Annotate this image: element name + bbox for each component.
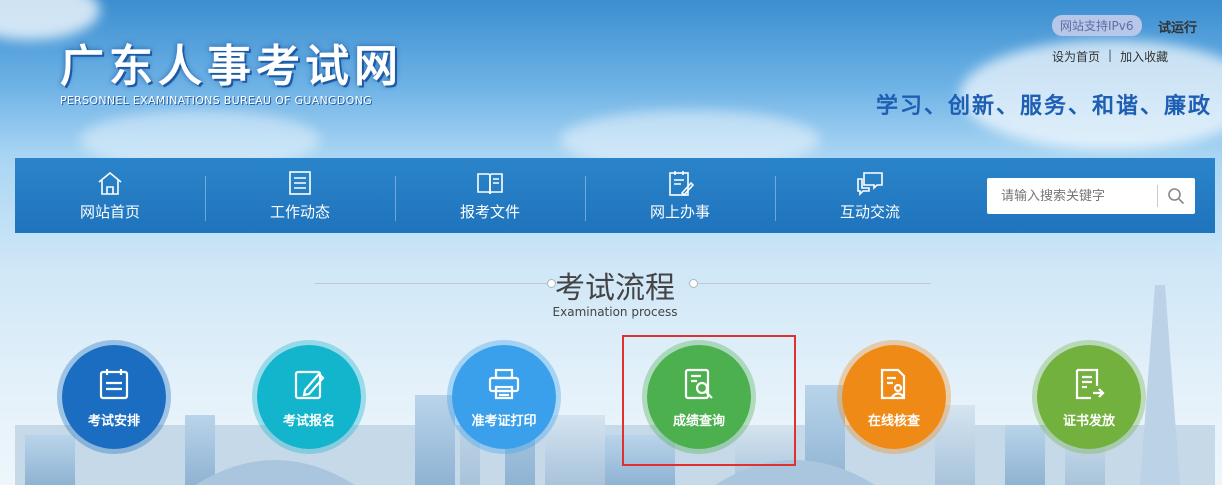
- nav-item-interaction[interactable]: 互动交流: [775, 166, 965, 226]
- trial-label: 试运行: [1158, 21, 1198, 36]
- highlight-box: [622, 335, 796, 466]
- step-exam-schedule[interactable]: 考试安排: [57, 340, 171, 454]
- step-label: 证书发放: [1062, 413, 1115, 429]
- nav-item-news[interactable]: 工作动态: [205, 166, 395, 226]
- step-registration[interactable]: 考试报名: [252, 340, 366, 454]
- step-label: 考试报名: [282, 413, 335, 429]
- set-home-link[interactable]: 设为首页: [1052, 48, 1100, 65]
- main-nav: 网站首页 工作动态 报考文件 网上办事 互动交流: [15, 158, 1215, 233]
- calendar-icon: [99, 368, 129, 399]
- nav-label: 网上办事: [649, 203, 710, 221]
- ipv6-badge: 网站支持IPv6: [1052, 15, 1142, 36]
- search-button[interactable]: [1158, 178, 1195, 214]
- step-certificate-issuance[interactable]: 证书发放: [1032, 340, 1146, 454]
- chat-icon: [857, 172, 883, 196]
- search-box: [987, 178, 1195, 214]
- nav-item-files[interactable]: 报考文件: [395, 166, 585, 226]
- step-admission-ticket-print[interactable]: 准考证打印: [447, 340, 561, 454]
- quick-links: 设为首页 | 加入收藏: [1052, 48, 1168, 65]
- step-label: 准考证打印: [471, 413, 537, 429]
- home-icon: [98, 171, 122, 195]
- nav-label: 网站首页: [79, 203, 140, 221]
- step-label: 考试安排: [87, 413, 140, 429]
- edit-icon: [294, 370, 325, 399]
- slogan: 学习、创新、服务、和谐、廉政: [875, 94, 1212, 119]
- book-icon: [477, 173, 503, 195]
- verify-document-icon: [880, 368, 906, 399]
- certificate-icon: [1075, 368, 1105, 399]
- nav-item-online-service[interactable]: 网上办事: [585, 166, 775, 226]
- search-input[interactable]: [987, 181, 1157, 211]
- nav-label: 工作动态: [269, 203, 330, 221]
- process-subtitle: Examination process: [552, 305, 678, 319]
- exam-process-section: 考试流程 Examination process 考试安排 考试报名 准考证打印…: [15, 233, 1215, 485]
- search-icon: [1168, 188, 1185, 205]
- nav-item-home[interactable]: 网站首页: [15, 166, 205, 226]
- news-icon: [289, 171, 311, 195]
- link-separator: |: [1108, 48, 1113, 62]
- printer-icon: [488, 368, 520, 399]
- site-header: 广东人事考试网 PERSONNEL EXAMINATIONS BUREAU OF…: [0, 0, 1222, 158]
- add-favorite-link[interactable]: 加入收藏: [1120, 48, 1168, 65]
- step-label: 在线核查: [867, 413, 920, 429]
- nav-label: 报考文件: [459, 203, 520, 221]
- clipboard-icon: [669, 171, 695, 197]
- process-title: 考试流程: [555, 271, 675, 306]
- step-online-verification[interactable]: 在线核查: [837, 340, 951, 454]
- site-logo-title[interactable]: 广东人事考试网: [60, 30, 403, 94]
- site-logo-subtitle: PERSONNEL EXAMINATIONS BUREAU OF GUANGDO…: [60, 94, 372, 107]
- nav-label: 互动交流: [839, 203, 900, 221]
